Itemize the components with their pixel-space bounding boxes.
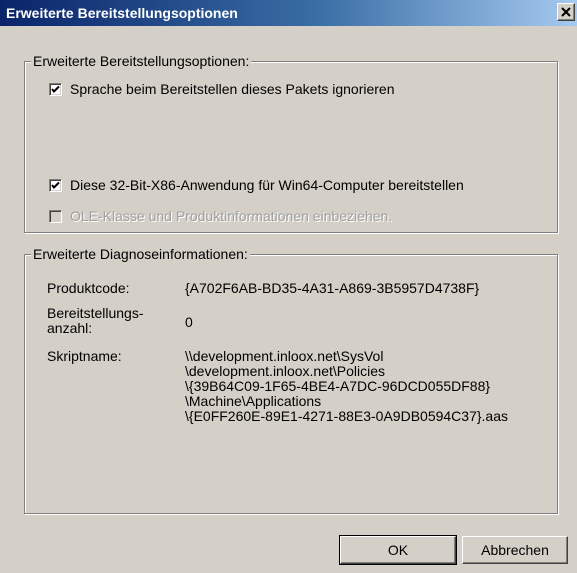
- script-path-line: \development.inloox.net\Policies: [185, 363, 386, 379]
- product-code-value: {A702F6AB-BD35-4A31-A869-3B5957D4738F}: [185, 280, 480, 296]
- checkmark-icon: [51, 85, 60, 93]
- ole-class-label: OLE-Klasse und Produktinformationen einb…: [70, 208, 393, 224]
- deployment-options-group: Erweiterte Bereitstellungsoptionen: Spra…: [24, 53, 558, 233]
- script-name-value: \\development.inloox.net\SysVol \develop…: [185, 349, 508, 424]
- ignore-language-checkbox[interactable]: [49, 82, 62, 96]
- title-bar: Erweiterte Bereitstellungsoptionen: [0, 0, 577, 26]
- cancel-button[interactable]: Abbrechen: [462, 536, 568, 564]
- deploy-count-label-line1: Bereitstellungs-: [47, 305, 144, 321]
- x86-on-win64-checkbox[interactable]: [49, 178, 62, 192]
- diagnostics-group: Erweiterte Diagnoseinformationen: Produk…: [24, 246, 558, 514]
- x86-on-win64-label: Diese 32-Bit-X86-Anwendung für Win64-Com…: [70, 177, 464, 193]
- script-path-line: \{39B64C09-1F65-4BE4-A7DC-96DCD055DF88}: [185, 378, 491, 394]
- deploy-count-label-line2: anzahl:: [47, 320, 93, 336]
- close-icon: [561, 7, 571, 17]
- script-path-line: \\development.inloox.net\SysVol: [185, 348, 384, 364]
- script-path-line: \Machine\Applications: [185, 393, 322, 409]
- ole-class-option: OLE-Klasse und Produktinformationen einb…: [49, 208, 392, 224]
- ignore-language-label: Sprache beim Bereitstellen dieses Pakets…: [70, 81, 395, 97]
- close-button[interactable]: [557, 3, 575, 21]
- diagnostics-legend: Erweiterte Diagnoseinformationen:: [31, 246, 250, 262]
- deploy-count-value: 0: [185, 314, 193, 330]
- ole-class-checkbox: [49, 209, 62, 223]
- checkmark-icon: [51, 181, 60, 189]
- script-path-line: \{E0FF260E-89E1-4271-88E3-0A9DB0594C37}.…: [185, 408, 508, 424]
- x86-on-win64-option[interactable]: Diese 32-Bit-X86-Anwendung für Win64-Com…: [49, 177, 464, 193]
- window-title: Erweiterte Bereitstellungsoptionen: [6, 5, 238, 21]
- product-code-label: Produktcode:: [47, 280, 130, 296]
- ignore-language-option[interactable]: Sprache beim Bereitstellen dieses Pakets…: [49, 81, 395, 97]
- ok-button[interactable]: OK: [339, 535, 457, 565]
- script-name-label: Skriptname:: [47, 348, 122, 364]
- deployment-options-legend: Erweiterte Bereitstellungsoptionen:: [31, 53, 252, 69]
